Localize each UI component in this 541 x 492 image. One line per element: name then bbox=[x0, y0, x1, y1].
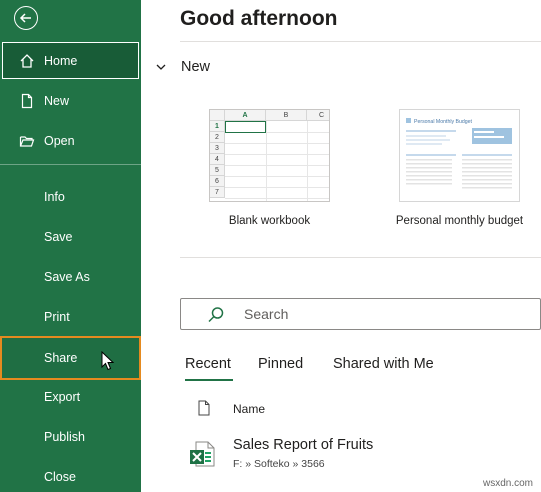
back-button[interactable] bbox=[14, 6, 38, 30]
sidebar-item-label: Export bbox=[44, 390, 81, 404]
section-divider bbox=[180, 257, 541, 258]
sidebar-item-label: Info bbox=[44, 190, 65, 204]
search-input[interactable]: Search bbox=[180, 298, 541, 330]
column-header: B bbox=[266, 110, 307, 121]
column-header: C bbox=[307, 110, 329, 121]
sidebar-item-open[interactable]: Open bbox=[0, 122, 141, 160]
sidebar-item-label: Share bbox=[44, 351, 78, 365]
back-arrow-icon bbox=[19, 13, 31, 23]
title-divider bbox=[180, 41, 541, 42]
search-placeholder: Search bbox=[244, 306, 289, 322]
row-header: 6 bbox=[210, 176, 225, 187]
corner-cell bbox=[210, 110, 225, 121]
row-header: 4 bbox=[210, 154, 225, 165]
row-header: 2 bbox=[210, 132, 225, 143]
blank-workbook-thumbnail: A B C 1 2 3 4 5 6 7 bbox=[210, 110, 329, 201]
main-panel: Good afternoon New A B C 1 2 3 4 5 6 7 B… bbox=[141, 0, 541, 492]
sidebar-item-share[interactable]: Share bbox=[0, 336, 141, 380]
sidebar-divider bbox=[0, 164, 141, 165]
column-header: A bbox=[225, 110, 266, 121]
tab-active-indicator bbox=[185, 379, 233, 381]
sidebar-item-info[interactable]: Info bbox=[0, 178, 141, 216]
gridline bbox=[307, 121, 308, 201]
budget-thumb-title: Personal Monthly Budget bbox=[414, 119, 473, 125]
sidebar-item-label: Publish bbox=[44, 430, 85, 444]
tab-shared-with-me[interactable]: Shared with Me bbox=[333, 356, 434, 372]
search-icon bbox=[208, 307, 224, 323]
name-column-header[interactable]: Name bbox=[233, 402, 265, 416]
file-name: Sales Report of Fruits bbox=[233, 437, 374, 453]
row-header: 1 bbox=[210, 121, 225, 132]
sidebar-item-label: Print bbox=[44, 310, 70, 324]
file-type-column-icon bbox=[198, 400, 210, 416]
gridline bbox=[225, 165, 329, 166]
row-header: 7 bbox=[210, 187, 225, 198]
tab-pinned[interactable]: Pinned bbox=[258, 356, 303, 372]
template-personal-monthly-budget[interactable]: Personal Monthly Budget bbox=[399, 109, 520, 202]
sidebar-item-label: Open bbox=[44, 134, 75, 148]
sidebar-item-print[interactable]: Print bbox=[0, 298, 141, 336]
sidebar-item-home[interactable]: Home bbox=[2, 42, 139, 79]
sidebar-item-save-as[interactable]: Save As bbox=[0, 258, 141, 296]
gridline bbox=[225, 143, 329, 144]
home-icon bbox=[20, 54, 34, 68]
sidebar-item-close[interactable]: Close bbox=[0, 458, 141, 492]
template-label: Personal monthly budget bbox=[395, 215, 524, 227]
sidebar-item-save[interactable]: Save bbox=[0, 218, 141, 256]
folder-open-icon bbox=[19, 136, 35, 147]
selected-cell bbox=[225, 121, 266, 133]
gridline bbox=[225, 187, 329, 188]
row-header: 3 bbox=[210, 143, 225, 154]
sidebar-item-label: Home bbox=[44, 53, 78, 68]
mouse-cursor-icon bbox=[101, 351, 115, 371]
gridline bbox=[225, 154, 329, 155]
recent-file-row[interactable]: Sales Report of Fruits F: » Softeko » 35… bbox=[180, 428, 541, 478]
template-label: Blank workbook bbox=[228, 215, 311, 227]
sidebar-item-export[interactable]: Export bbox=[0, 378, 141, 416]
row-header: 5 bbox=[210, 165, 225, 176]
file-path: F: » Softeko » 3566 bbox=[233, 458, 325, 470]
sidebar-item-label: Close bbox=[44, 470, 76, 484]
tab-recent[interactable]: Recent bbox=[185, 356, 231, 372]
backstage-sidebar: Home New Open Info Save Save As Print Sh… bbox=[0, 0, 141, 492]
sidebar-item-new[interactable]: New bbox=[0, 82, 141, 120]
sidebar-item-label: Save bbox=[44, 230, 73, 244]
watermark: wsxdn.com bbox=[482, 478, 533, 489]
gridline bbox=[225, 198, 329, 199]
chevron-down-icon bbox=[156, 64, 166, 70]
budget-thumbnail: Personal Monthly Budget bbox=[406, 118, 512, 189]
sidebar-item-label: New bbox=[44, 94, 70, 108]
gridline bbox=[225, 176, 329, 177]
new-section-toggle[interactable]: New bbox=[155, 59, 210, 75]
new-document-icon bbox=[21, 93, 33, 109]
new-section-label: New bbox=[181, 59, 211, 75]
page-title: Good afternoon bbox=[180, 7, 338, 30]
template-blank-workbook[interactable]: A B C 1 2 3 4 5 6 7 bbox=[209, 109, 330, 202]
excel-file-icon bbox=[190, 441, 215, 467]
sidebar-item-publish[interactable]: Publish bbox=[0, 418, 141, 456]
gridline bbox=[266, 121, 267, 201]
sidebar-item-label: Save As bbox=[44, 270, 90, 284]
